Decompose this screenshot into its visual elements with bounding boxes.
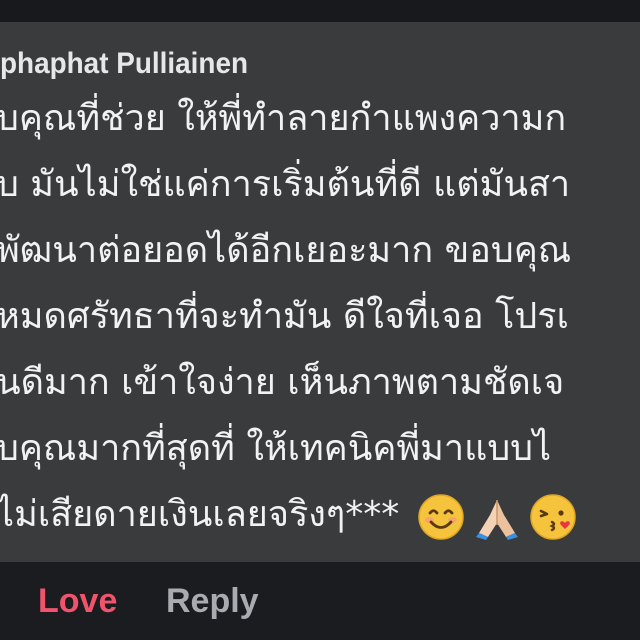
smiling-face-icon [418, 494, 464, 540]
folded-hands-icon [476, 500, 519, 540]
top-strip [0, 0, 640, 22]
comment-text-line-1: บคุณที่ช่วย ให้พี่ทำลายกำแพงความก [0, 98, 567, 139]
comment-text-line-6: บคุณมากที่สุดที่ ให้เทคนิคพี่มาแบบไ [0, 428, 552, 469]
reply-button[interactable]: Reply [166, 580, 259, 622]
comment-text-line-2: บ มันไม่ใช่แค่การเริ่มต้นที่ดี แต่มันสา [0, 164, 571, 205]
emoji-row [409, 491, 577, 541]
comment-text-line-3: พัฒนาต่อยอดได้อีกเยอะมาก ขอบคุณ [0, 230, 572, 271]
face-blowing-kiss-icon [530, 494, 576, 540]
screen: phaphat Pulliainen บคุณที่ช่วย ให้พี่ทำล… [0, 0, 640, 640]
comment-text-line-5: นดีมาก เข้าใจง่าย เห็นภาพตามชัดเจ [0, 362, 565, 403]
love-button[interactable]: Love [38, 580, 117, 622]
comment-text-line-4: หมดศรัทธาที่จะทำมัน ดีใจที่เจอ โปรเ [0, 296, 569, 337]
comment-author[interactable]: phaphat Pulliainen [0, 44, 248, 84]
comment-text-line-7: ไม่เสียดายเงินเลยจริงๆ*** [0, 490, 577, 541]
comment-text-line-7-text: ไม่เสียดายเงินเลยจริงๆ*** [0, 494, 400, 535]
